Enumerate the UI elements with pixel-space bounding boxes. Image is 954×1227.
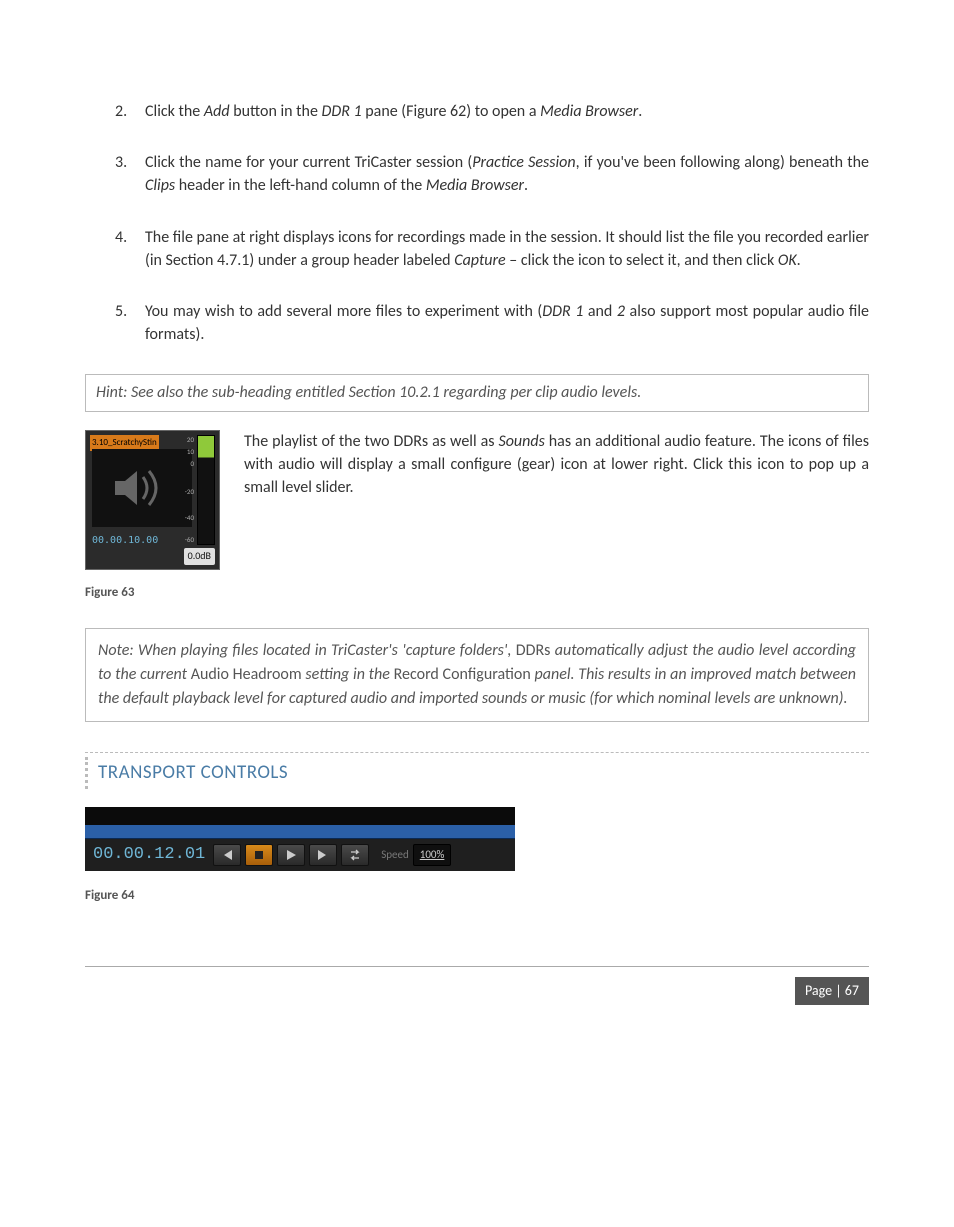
meter-tick: -60 bbox=[185, 536, 194, 543]
item-number: 5. bbox=[115, 300, 127, 323]
transport-top-bar bbox=[85, 807, 515, 825]
next-button[interactable] bbox=[309, 844, 337, 866]
item-number: 2. bbox=[115, 100, 127, 123]
transport-controls-figure: 00.00.12.01 Speed 100% bbox=[85, 807, 515, 871]
item-body: The file pane at right displays icons fo… bbox=[145, 228, 869, 270]
speed-value[interactable]: 100% bbox=[413, 844, 452, 866]
audio-level-meter: 20 10 0 -20 -40 -60 bbox=[197, 435, 215, 545]
figure-63-caption: Figure 63 bbox=[85, 584, 869, 603]
transport-timecode: 00.00.12.01 bbox=[93, 843, 205, 868]
speed-label: Speed bbox=[381, 847, 409, 863]
figure-63-paragraph: The playlist of the two DDRs as well as … bbox=[244, 430, 869, 500]
play-button[interactable] bbox=[277, 844, 305, 866]
speaker-wave-icon bbox=[107, 463, 177, 513]
clip-timecode: 00.00.10.00 bbox=[92, 534, 158, 549]
loop-button[interactable] bbox=[341, 844, 369, 866]
section-divider bbox=[85, 752, 869, 753]
previous-button[interactable] bbox=[213, 844, 241, 866]
play-icon bbox=[285, 849, 297, 861]
loop-icon bbox=[348, 849, 362, 861]
meter-tick: -40 bbox=[185, 514, 194, 521]
hint-text: Hint: See also the sub-heading entitled … bbox=[96, 383, 641, 402]
meter-tick: -20 bbox=[185, 488, 194, 495]
meter-tick: 10 bbox=[187, 448, 194, 455]
skip-forward-icon bbox=[316, 849, 330, 861]
hint-callout: Hint: See also the sub-heading entitled … bbox=[85, 374, 869, 411]
item-body: Click the Add button in the DDR 1 pane (… bbox=[145, 102, 642, 121]
figure-63-image: 3.10_ScratchyStin 20 10 0 -20 -40 -60 00… bbox=[85, 430, 220, 570]
meter-tick: 20 bbox=[187, 436, 194, 443]
page-number-badge: Page | 67 bbox=[795, 977, 869, 1005]
footer-rule bbox=[85, 966, 869, 967]
clip-db-badge[interactable]: 0.0dB bbox=[184, 548, 215, 565]
list-item: 2. Click the Add button in the DDR 1 pan… bbox=[115, 100, 869, 123]
transport-progress-bar[interactable] bbox=[85, 825, 515, 839]
item-number: 4. bbox=[115, 226, 127, 249]
note-callout: Note: When playing files located in TriC… bbox=[85, 628, 869, 722]
figure-63-row: 3.10_ScratchyStin 20 10 0 -20 -40 -60 00… bbox=[85, 430, 869, 570]
item-number: 3. bbox=[115, 151, 127, 174]
meter-tick: 0 bbox=[190, 460, 194, 467]
section-heading-wrap: TRANSPORT CONTROLS bbox=[85, 752, 869, 789]
transport-button-row: 00.00.12.01 Speed 100% bbox=[85, 839, 515, 871]
list-item: 4. The file pane at right displays icons… bbox=[115, 226, 869, 272]
section-heading: TRANSPORT CONTROLS bbox=[85, 757, 869, 789]
list-item: 3. Click the name for your current TriCa… bbox=[115, 151, 869, 197]
figure-64-caption: Figure 64 bbox=[85, 887, 869, 906]
audio-waveform-thumbnail bbox=[92, 449, 192, 527]
stop-button[interactable] bbox=[245, 844, 273, 866]
stop-icon bbox=[254, 850, 264, 860]
numbered-instruction-list: 2. Click the Add button in the DDR 1 pan… bbox=[85, 100, 869, 346]
page-footer: Page | 67 bbox=[85, 966, 869, 1005]
item-body: You may wish to add several more files t… bbox=[145, 302, 869, 344]
item-body: Click the name for your current TriCaste… bbox=[145, 153, 869, 195]
list-item: 5. You may wish to add several more file… bbox=[115, 300, 869, 346]
skip-back-icon bbox=[220, 849, 234, 861]
